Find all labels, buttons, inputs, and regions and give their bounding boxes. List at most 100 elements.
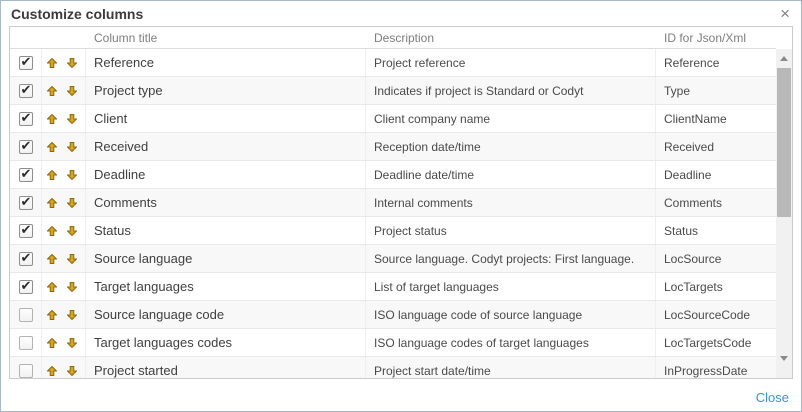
reorder-cell: [42, 133, 86, 160]
move-up-icon[interactable]: [47, 226, 57, 236]
checkbox-cell: [10, 217, 42, 244]
scroll-up-button[interactable]: [776, 51, 792, 65]
header-description: Description: [366, 31, 656, 45]
row-checkbox[interactable]: [19, 112, 33, 126]
move-down-icon[interactable]: [67, 282, 77, 292]
column-description-cell: Project start date/time: [366, 357, 656, 378]
reorder-cell: [42, 189, 86, 216]
row-checkbox[interactable]: [19, 168, 33, 182]
move-up-icon[interactable]: [47, 338, 57, 348]
checkbox-cell: [10, 133, 42, 160]
move-up-icon[interactable]: [47, 282, 57, 292]
close-icon[interactable]: ×: [780, 5, 790, 22]
checkbox-cell: [10, 357, 42, 378]
column-title-cell: Source language code: [86, 301, 366, 328]
checkbox-cell: [10, 161, 42, 188]
checkbox-cell: [10, 301, 42, 328]
move-down-icon[interactable]: [67, 366, 77, 376]
close-button[interactable]: Close: [756, 390, 789, 405]
move-down-icon[interactable]: [67, 338, 77, 348]
row-checkbox[interactable]: [19, 252, 33, 266]
move-down-icon[interactable]: [67, 86, 77, 96]
row-checkbox[interactable]: [19, 364, 33, 378]
column-id-cell: LocSource: [656, 245, 776, 272]
column-id-cell: Status: [656, 217, 776, 244]
column-id-cell: LocTargets: [656, 273, 776, 300]
table-row: Project started Project start date/time …: [10, 357, 776, 378]
column-id-cell: ClientName: [656, 105, 776, 132]
move-down-icon[interactable]: [67, 226, 77, 236]
move-down-icon[interactable]: [67, 254, 77, 264]
column-id-cell: InProgressDate: [656, 357, 776, 378]
reorder-cell: [42, 161, 86, 188]
reorder-cell: [42, 217, 86, 244]
move-down-icon[interactable]: [67, 142, 77, 152]
scroll-down-button[interactable]: [776, 351, 792, 365]
move-up-icon[interactable]: [47, 114, 57, 124]
column-description-cell: Reception date/time: [366, 133, 656, 160]
table-row: Target languages codes ISO language code…: [10, 329, 776, 357]
triangle-up-icon: [780, 56, 788, 61]
row-checkbox[interactable]: [19, 280, 33, 294]
column-title-cell: Project started: [86, 357, 366, 378]
row-checkbox[interactable]: [19, 336, 33, 350]
column-id-cell: Reference: [656, 49, 776, 76]
column-title-cell: Deadline: [86, 161, 366, 188]
move-down-icon[interactable]: [67, 58, 77, 68]
column-id-cell: Received: [656, 133, 776, 160]
move-up-icon[interactable]: [47, 198, 57, 208]
move-down-icon[interactable]: [67, 170, 77, 180]
row-checkbox[interactable]: [19, 308, 33, 322]
table-row: Client Client company name ClientName: [10, 105, 776, 133]
move-down-icon[interactable]: [67, 198, 77, 208]
column-title-cell: Target languages: [86, 273, 366, 300]
header-column-title: Column title: [86, 31, 366, 45]
column-description-cell: Project status: [366, 217, 656, 244]
table-row: Source language code ISO language code o…: [10, 301, 776, 329]
column-title-cell: Comments: [86, 189, 366, 216]
customize-columns-dialog: Customize columns × Column title Descrip…: [0, 0, 802, 412]
table-row: Reference Project reference Reference: [10, 49, 776, 77]
move-up-icon[interactable]: [47, 86, 57, 96]
table-row: Received Reception date/time Received: [10, 133, 776, 161]
move-up-icon[interactable]: [47, 310, 57, 320]
reorder-cell: [42, 273, 86, 300]
move-up-icon[interactable]: [47, 142, 57, 152]
move-up-icon[interactable]: [47, 58, 57, 68]
row-checkbox[interactable]: [19, 56, 33, 70]
column-description-cell: ISO language code of source language: [366, 301, 656, 328]
move-down-icon[interactable]: [67, 310, 77, 320]
table-row: Source language Source language. Codyt p…: [10, 245, 776, 273]
column-description-cell: List of target languages: [366, 273, 656, 300]
checkbox-cell: [10, 273, 42, 300]
reorder-cell: [42, 49, 86, 76]
checkbox-cell: [10, 189, 42, 216]
column-title-cell: Target languages codes: [86, 329, 366, 356]
column-title-cell: Status: [86, 217, 366, 244]
reorder-cell: [42, 329, 86, 356]
row-checkbox[interactable]: [19, 196, 33, 210]
vertical-scrollbar[interactable]: [776, 49, 792, 378]
dialog-title: Customize columns: [11, 6, 143, 22]
reorder-cell: [42, 357, 86, 378]
column-title-cell: Project type: [86, 77, 366, 104]
move-down-icon[interactable]: [67, 114, 77, 124]
table-row: Deadline Deadline date/time Deadline: [10, 161, 776, 189]
column-description-cell: Source language. Codyt projects: First l…: [366, 245, 656, 272]
table-row: Target languages List of target language…: [10, 273, 776, 301]
column-description-cell: Project reference: [366, 49, 656, 76]
column-description-cell: Internal comments: [366, 189, 656, 216]
move-up-icon[interactable]: [47, 170, 57, 180]
row-checkbox[interactable]: [19, 84, 33, 98]
move-up-icon[interactable]: [47, 366, 57, 376]
table-row: Comments Internal comments Comments: [10, 189, 776, 217]
move-up-icon[interactable]: [47, 254, 57, 264]
triangle-down-icon: [780, 356, 788, 361]
reorder-cell: [42, 301, 86, 328]
header-id-json-xml: ID for Json/Xml: [656, 31, 776, 45]
scrollbar-thumb[interactable]: [777, 68, 791, 217]
row-checkbox[interactable]: [19, 140, 33, 154]
column-list: Reference Project reference Reference Pr…: [10, 49, 776, 378]
row-checkbox[interactable]: [19, 224, 33, 238]
column-description-cell: Deadline date/time: [366, 161, 656, 188]
